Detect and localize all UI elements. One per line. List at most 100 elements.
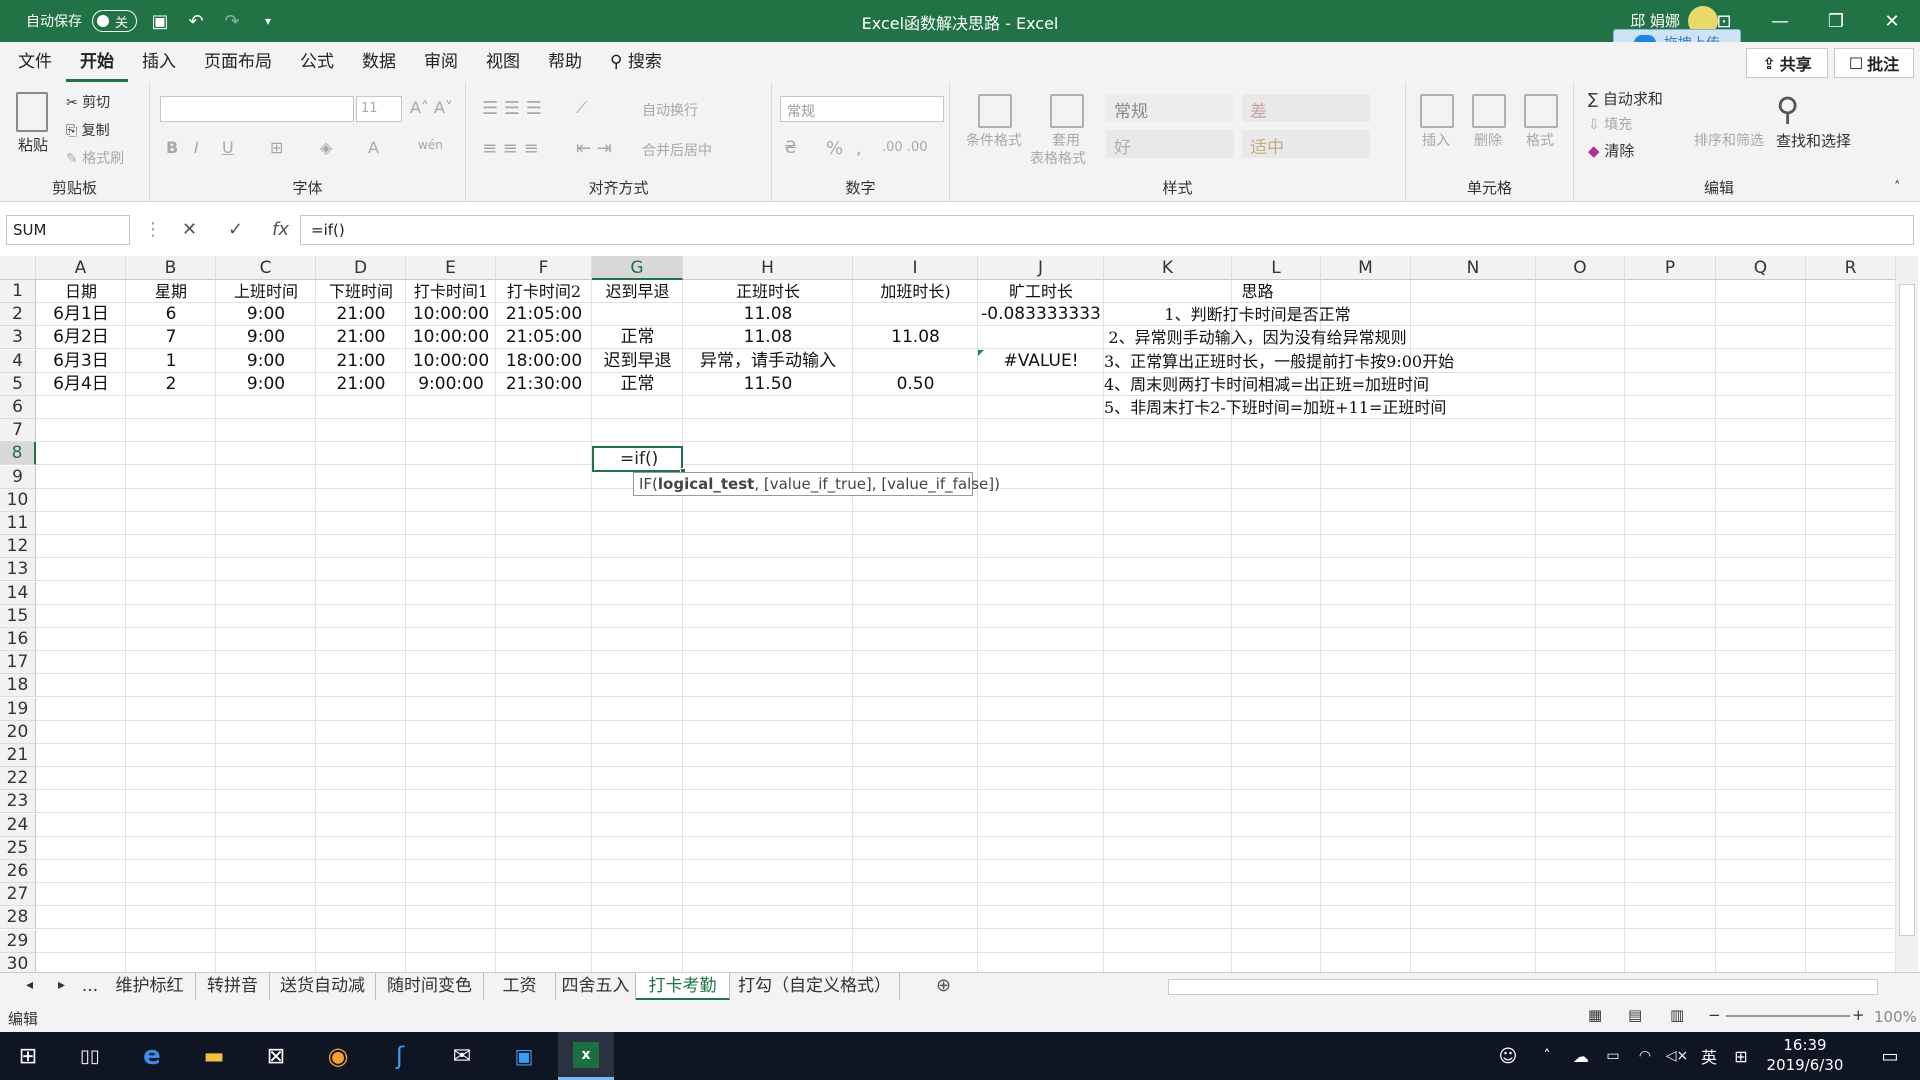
cell-f5[interactable]: 21:30:00 [496,373,592,396]
autosum-button[interactable]: ∑ 自动求和 [1588,88,1663,109]
minimize-icon[interactable]: — [1752,0,1808,42]
cell-a5[interactable]: 6月4日 [36,373,126,396]
cell-b4[interactable]: 1 [126,350,216,373]
table-format-line2[interactable]: 表格格式 [1030,148,1086,168]
excel-taskbar-icon[interactable]: x [558,1032,614,1080]
column-header-b[interactable]: B [126,256,216,280]
tray-arrow-icon[interactable]: ˄ [1532,1032,1562,1080]
ime-icon[interactable]: ⊞ [1726,1032,1756,1080]
wrap-text-button[interactable]: 自动换行 [642,100,698,120]
cell-e3[interactable]: 10:00:00 [406,326,496,349]
input-lang[interactable]: 英 [1694,1032,1724,1080]
normal-view-icon[interactable]: ▦ [1588,1006,1602,1024]
row-header-7[interactable]: 7 [0,419,36,443]
sheet-tab-4[interactable]: 随时间变色 [376,973,484,1001]
clock-time[interactable]: 16:39 [1770,1036,1840,1054]
row-header-16[interactable]: 16 [0,628,36,651]
conditional-format-button[interactable]: 条件格式 [966,130,1022,150]
border-icon[interactable]: ⊞ [270,138,283,157]
zoom-slider[interactable] [1726,1015,1850,1017]
cell-k5[interactable]: 4、周末则两打卡时间相减=出正班=加班时间 [1104,373,1429,396]
undo-icon[interactable]: ↶ [183,11,209,32]
row-header-13[interactable]: 13 [0,558,36,582]
edge-icon[interactable]: e [124,1032,180,1080]
user-name[interactable]: 邱 娟娜 [1630,10,1680,31]
video-app-icon[interactable]: ▣ [496,1032,552,1080]
row-header-25[interactable]: 25 [0,836,36,860]
column-header-r[interactable]: R [1806,256,1896,280]
column-header-f[interactable]: F [496,256,592,280]
column-header-q[interactable]: Q [1716,256,1806,280]
horizontal-scrollbar[interactable] [1168,979,1878,995]
mail-icon[interactable]: ✉ [434,1032,490,1080]
sheet-tab-1[interactable]: 维护标红 [104,973,196,1001]
column-header-p[interactable]: P [1625,256,1716,280]
cell-a4[interactable]: 6月3日 [36,350,126,373]
align-left-icon[interactable]: ≡ ≡ ≡ [482,138,539,159]
row-header-30[interactable]: 30 [0,952,36,972]
row-header-26[interactable]: 26 [0,860,36,883]
select-all-corner[interactable] [0,256,36,280]
format-cells-icon[interactable] [1524,94,1558,128]
column-header-c[interactable]: C [216,256,316,280]
cell-j1[interactable]: 旷工时长 [978,280,1104,303]
cell-c3[interactable]: 9:00 [216,326,316,349]
column-header-g[interactable]: G [592,256,683,280]
cell-k3[interactable]: 2、异常则手动输入，因为没有给异常规则 [1104,326,1411,349]
cell-e4[interactable]: 10:00:00 [406,350,496,373]
style-good[interactable]: 好 [1106,130,1234,158]
row-header-20[interactable]: 20 [0,720,36,744]
grow-font-icon[interactable]: A˄ A˅ [410,98,453,117]
paste-icon[interactable] [16,92,48,132]
insert-cells-icon[interactable] [1420,94,1454,128]
zoom-in-icon[interactable]: + [1852,1006,1865,1024]
table-format-line1[interactable]: 套用 [1052,130,1080,150]
row-header-3[interactable]: 3 [0,326,36,350]
cell-f4[interactable]: 18:00:00 [496,350,592,373]
cell-k1[interactable]: 思路 [1104,280,1411,303]
error-indicator-icon[interactable] [978,349,984,356]
cell-f2[interactable]: 21:05:00 [496,303,592,326]
zoom-level[interactable]: 100% [1874,1008,1917,1026]
cell-h2[interactable]: 11.08 [683,303,853,326]
column-header-d[interactable]: D [316,256,406,280]
insert-function-icon[interactable]: fx [272,219,289,240]
cell-i3[interactable]: 11.08 [853,326,978,349]
row-header-29[interactable]: 29 [0,929,36,953]
cell-d1[interactable]: 下班时间 [316,280,406,303]
collapse-ribbon-icon[interactable]: ˄ [1894,180,1901,195]
tab-formulas[interactable]: 公式 [286,42,348,82]
orientation-icon[interactable]: ⟋ [576,98,587,118]
cell-b3[interactable]: 7 [126,326,216,349]
cell-a2[interactable]: 6月1日 [36,303,126,326]
tooltip-arg-bold[interactable]: logical_test [658,475,754,493]
wifi-icon[interactable]: ◠ [1630,1032,1660,1080]
cell-j4[interactable]: #VALUE! [978,350,1104,373]
zoom-out-icon[interactable]: − [1708,1006,1721,1024]
conditional-format-icon[interactable] [978,94,1012,128]
cell-i5[interactable]: 0.50 [853,373,978,396]
cell-i2[interactable] [853,303,978,326]
sheet-tab-6[interactable]: 四舍五入 [556,973,636,1001]
number-format-dropdown[interactable]: 常规 [780,96,944,122]
cell-d2[interactable]: 21:00 [316,303,406,326]
row-header-21[interactable]: 21 [0,744,36,767]
currency-icon[interactable]: ₴ [784,138,797,158]
share-button[interactable]: ⇪ 共享 [1746,48,1828,78]
find-select-button[interactable]: 查找和选择 [1776,130,1851,151]
cancel-icon[interactable]: ✕ [182,219,197,240]
italic-button[interactable]: I [194,138,199,157]
font-size-dropdown[interactable]: 11 [356,96,402,122]
sort-filter-button[interactable]: 排序和筛选 [1694,130,1764,150]
cell-c2[interactable]: 9:00 [216,303,316,326]
tab-home[interactable]: 开始 [66,42,128,82]
save-icon[interactable]: ▣ [147,11,173,32]
format-cells-button[interactable]: 格式 [1526,130,1554,150]
delete-cells-icon[interactable] [1472,94,1506,128]
column-header-m[interactable]: M [1321,256,1411,280]
prev-sheet-icon[interactable]: ◂ [26,977,33,993]
cell-i1[interactable]: 加班时长) [853,280,978,303]
volume-icon[interactable]: ◁× [1662,1032,1692,1080]
name-box[interactable]: SUM [6,215,130,245]
clear-button[interactable]: ◆ 清除 [1588,140,1634,161]
